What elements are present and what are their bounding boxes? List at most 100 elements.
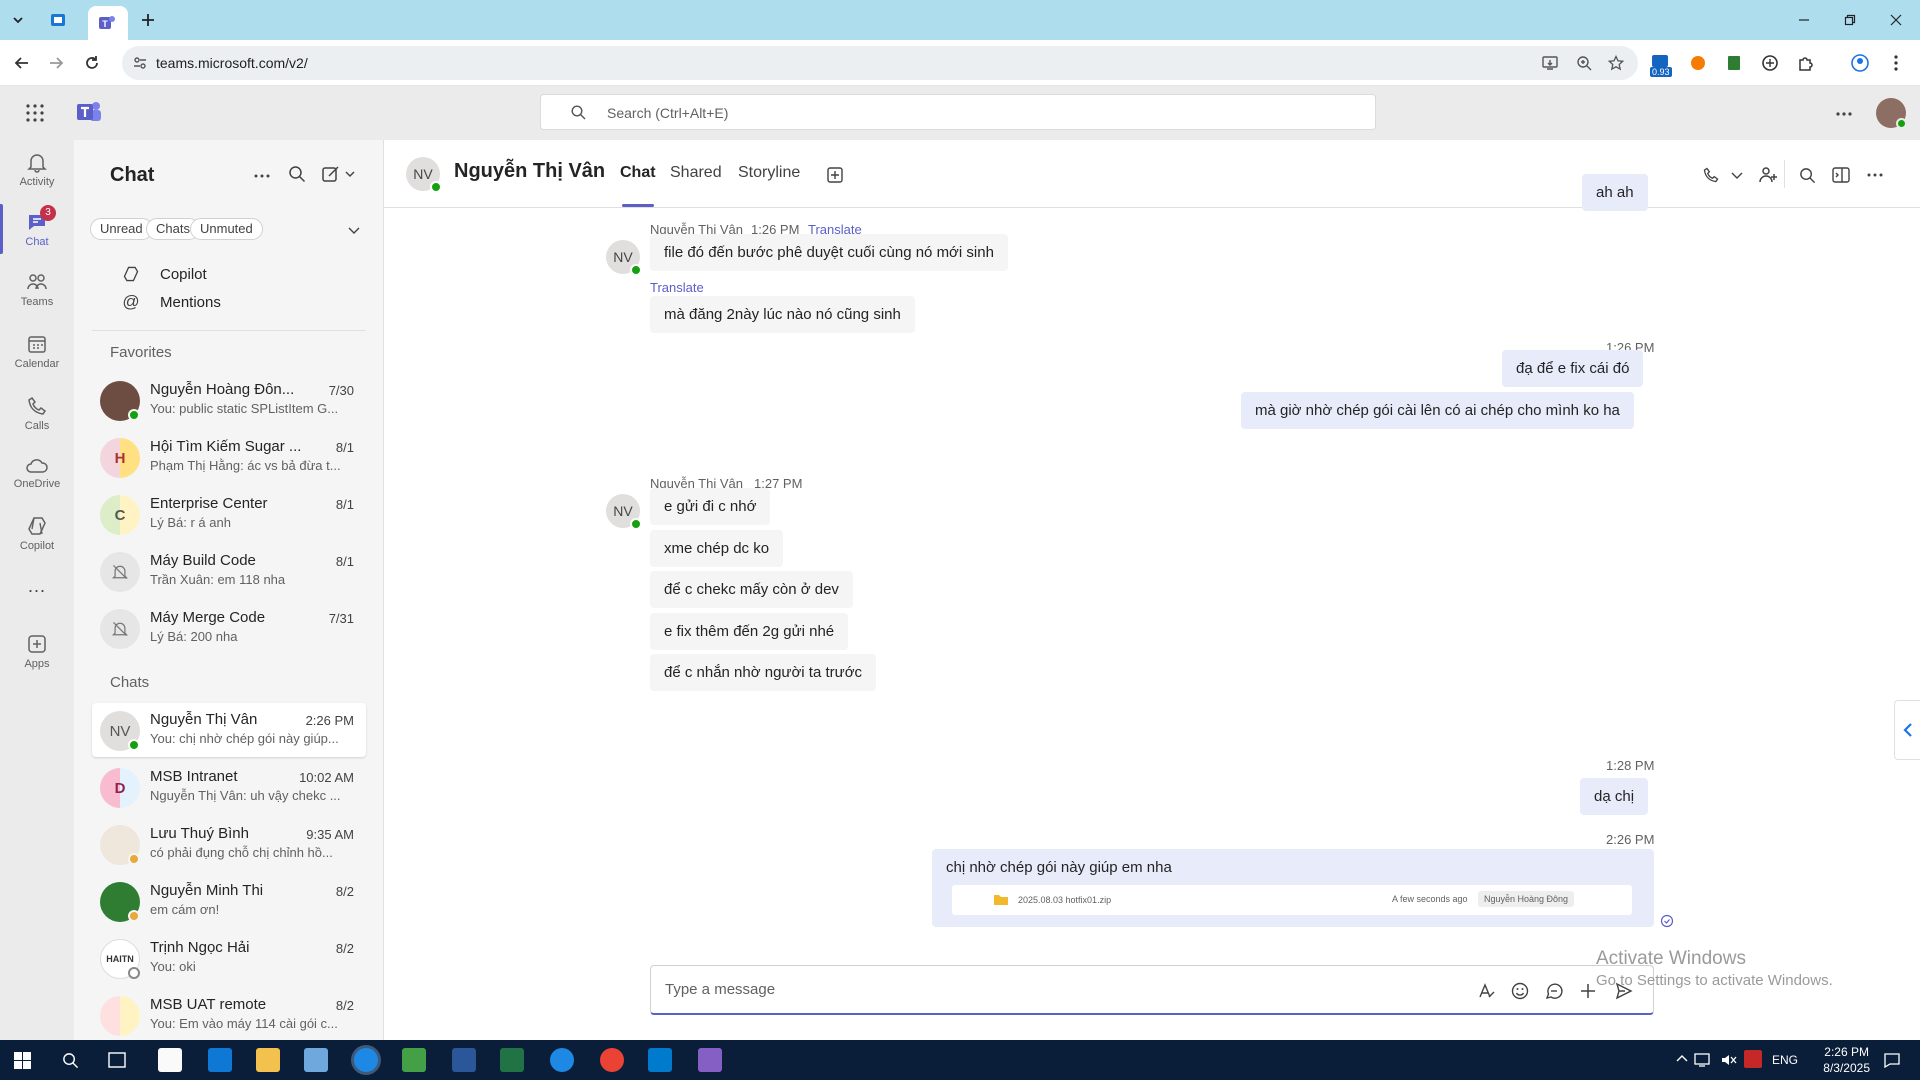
message-incoming[interactable]: file đó đến bước phê duyệt cuối cùng nó … xyxy=(650,234,1008,271)
side-panel-toggle[interactable] xyxy=(1894,700,1920,760)
zoom-icon[interactable] xyxy=(1576,55,1592,71)
extensions-puzzle-icon[interactable] xyxy=(1796,53,1816,73)
extension-circle-icon[interactable] xyxy=(1760,53,1780,73)
list-more-icon[interactable] xyxy=(254,174,270,178)
sender-avatar[interactable]: NV xyxy=(606,494,642,530)
message-outgoing[interactable]: mà giờ nhờ chép gói cài lên có ai chép c… xyxy=(1241,392,1634,429)
network-icon[interactable] xyxy=(1694,1052,1712,1068)
reload-icon[interactable] xyxy=(82,53,102,73)
message-outgoing-with-attachment[interactable]: chị nhờ chép gói này giúp em nha 2025.08… xyxy=(932,849,1654,927)
bookmark-star-icon[interactable] xyxy=(1608,55,1624,71)
visual-studio-app-icon[interactable] xyxy=(698,1048,722,1072)
task-view-icon[interactable] xyxy=(108,1052,126,1068)
excel-app-icon[interactable] xyxy=(500,1048,524,1072)
tab-storyline[interactable]: Storyline xyxy=(738,164,800,182)
settings-more-icon[interactable] xyxy=(1836,112,1852,116)
volume-muted-icon[interactable] xyxy=(1720,1052,1738,1068)
extension-orange-icon[interactable] xyxy=(1688,53,1708,73)
nav-mentions[interactable]: @ Mentions xyxy=(120,289,221,315)
filters-chevron-icon[interactable] xyxy=(348,225,360,235)
message-incoming[interactable]: để c chekc mấy còn ở dev xyxy=(650,571,853,608)
notification-icon[interactable] xyxy=(1884,1052,1900,1068)
tray-chevron-icon[interactable] xyxy=(1676,1054,1688,1064)
chat-more-icon[interactable] xyxy=(1864,164,1886,186)
extension-green-icon[interactable] xyxy=(1724,53,1744,73)
message-compose-box[interactable]: Type a message xyxy=(650,965,1654,1015)
profile-icon[interactable] xyxy=(1850,53,1870,73)
word-app-icon[interactable] xyxy=(452,1048,476,1072)
call-icon[interactable] xyxy=(1700,164,1722,186)
rail-calls[interactable]: Calls xyxy=(0,384,74,442)
rail-chat[interactable]: 3 Chat xyxy=(0,200,74,258)
message-incoming[interactable]: để c nhắn nhờ người ta trước xyxy=(650,654,877,691)
call-options-chevron-icon[interactable] xyxy=(1726,164,1748,186)
network-app-icon[interactable] xyxy=(304,1048,328,1072)
forward-icon[interactable] xyxy=(46,53,66,73)
tab-list-chevron-icon[interactable] xyxy=(8,10,28,30)
windows-start-icon[interactable] xyxy=(14,1052,31,1069)
url-text[interactable]: teams.microsoft.com/v2/ xyxy=(156,55,308,71)
message-outgoing[interactable]: dạ chị xyxy=(1580,778,1649,815)
people-icon[interactable] xyxy=(1758,164,1780,186)
restore-icon[interactable] xyxy=(1840,10,1860,30)
rail-copilot[interactable]: Copilot xyxy=(0,504,74,562)
rail-apps[interactable]: Apps xyxy=(0,622,74,680)
translate-link[interactable]: Translate xyxy=(650,280,704,295)
message-outgoing[interactable]: ah ah xyxy=(1582,174,1648,211)
outlook-tab-icon[interactable] xyxy=(48,10,68,30)
new-tab-icon[interactable] xyxy=(138,10,158,30)
taskbar-search-icon[interactable] xyxy=(62,1052,79,1069)
chat-row-favorite[interactable]: C Enterprise Center Lý Bá: r á anh 8/1 xyxy=(92,487,366,541)
vscode-app-icon[interactable] xyxy=(648,1048,672,1072)
user-avatar[interactable] xyxy=(1876,98,1907,129)
emoji-icon[interactable] xyxy=(1509,980,1531,1002)
chats-header[interactable]: Chats xyxy=(110,674,149,691)
contact-avatar[interactable]: NV xyxy=(406,157,442,193)
back-icon[interactable] xyxy=(12,53,32,73)
new-chat-icon[interactable] xyxy=(322,165,356,183)
tab-chat[interactable]: Chat xyxy=(620,164,656,182)
rail-more[interactable]: ... xyxy=(0,564,74,608)
chat-row[interactable]: HAITN Trịnh Ngọc Hải You: oki 8/2 xyxy=(92,931,366,985)
outlook-app-icon[interactable] xyxy=(208,1048,232,1072)
chat-row[interactable]: MSB UAT remote You: Em vào máy 114 cài g… xyxy=(92,988,366,1040)
list-search-icon[interactable] xyxy=(288,165,306,183)
add-tab-icon[interactable] xyxy=(824,164,846,186)
notion-app-icon[interactable] xyxy=(158,1048,182,1072)
chat-row-favorite[interactable]: H Hội Tìm Kiếm Sugar ... Phạm Thị Hằng: … xyxy=(92,430,366,484)
chat-row[interactable]: Lưu Thuý Bình có phải đụng chỗ chị chỉnh… xyxy=(92,817,366,871)
input-language[interactable]: ENG xyxy=(1772,1053,1798,1067)
file-attachment-card[interactable]: 2025.08.03 hotfix01.zip A few seconds ag… xyxy=(952,885,1632,915)
pop-out-icon[interactable] xyxy=(1830,164,1852,186)
install-app-icon[interactable] xyxy=(1542,55,1558,71)
chat-row[interactable]: Nguyễn Minh Thi em cám ơn! 8/2 xyxy=(92,874,366,928)
chat-row-favorite[interactable]: Máy Build Code Trần Xuân: em 118 nha 8/1 xyxy=(92,544,366,598)
format-icon[interactable] xyxy=(1475,980,1497,1002)
file-explorer-icon[interactable] xyxy=(256,1048,280,1072)
site-info-icon[interactable] xyxy=(132,55,148,71)
chat-row[interactable]: D MSB Intranet Nguyễn Thị Vân: uh vậy ch… xyxy=(92,760,366,814)
chrome-app-icon[interactable] xyxy=(600,1048,624,1072)
rail-onedrive[interactable]: OneDrive xyxy=(0,444,74,502)
message-incoming[interactable]: mà đăng 2này lúc nào nó cũng sinh xyxy=(650,296,915,333)
filter-unmuted[interactable]: Unmuted xyxy=(190,218,263,240)
browser-menu-icon[interactable] xyxy=(1886,53,1906,73)
filter-unread[interactable]: Unread xyxy=(90,218,153,240)
teams-tab[interactable]: T xyxy=(88,6,128,40)
favorites-header[interactable]: Favorites xyxy=(110,344,172,361)
nav-copilot[interactable]: Copilot xyxy=(120,261,207,287)
chat-row-favorite[interactable]: Máy Merge Code Lý Bá: 200 nha 7/31 xyxy=(92,601,366,655)
message-incoming[interactable]: e fix thêm đến 2g gửi nhé xyxy=(650,613,849,650)
system-clock[interactable]: 2:26 PM 8/3/2025 xyxy=(1823,1044,1870,1076)
tab-shared[interactable]: Shared xyxy=(670,164,722,182)
close-window-icon[interactable] xyxy=(1886,10,1906,30)
vpn-tray-icon[interactable] xyxy=(1744,1050,1762,1068)
notepad-app-icon[interactable] xyxy=(402,1048,426,1072)
loop-icon[interactable] xyxy=(1543,980,1565,1002)
contact-name[interactable]: Nguyễn Thị Vân xyxy=(454,160,605,183)
app-launcher-icon[interactable] xyxy=(26,104,44,122)
chat-app-icon[interactable] xyxy=(550,1048,574,1072)
message-incoming[interactable]: xme chép dc ko xyxy=(650,530,784,567)
rail-calendar[interactable]: Calendar xyxy=(0,322,74,380)
chrome-active-icon[interactable] xyxy=(354,1048,378,1072)
